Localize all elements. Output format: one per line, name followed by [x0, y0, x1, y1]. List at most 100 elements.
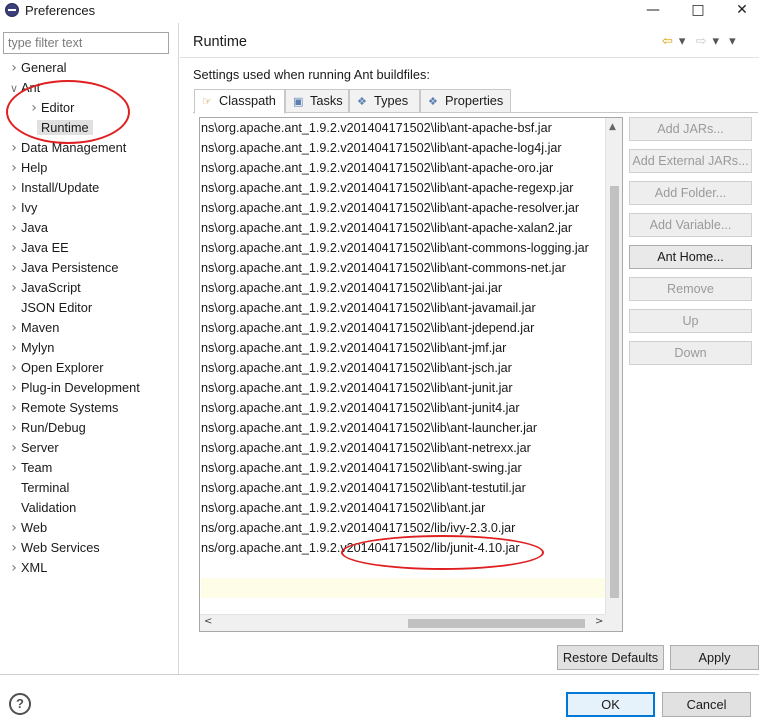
minimize-icon[interactable]: —	[638, 0, 668, 22]
horizontal-scrollbar[interactable]: < >	[200, 614, 622, 631]
classpath-entry[interactable]: ns\org.apache.ant_1.9.2.v201404171502\li…	[201, 418, 537, 438]
classpath-entry[interactable]: ns\org.apache.ant_1.9.2.v201404171502\li…	[201, 198, 579, 218]
tab-classpath[interactable]: ☞ Classpath	[194, 89, 285, 114]
classpath-entry[interactable]: ns\org.apache.ant_1.9.2.v201404171502\li…	[201, 298, 536, 318]
classpath-entry[interactable]: ns\org.apache.ant_1.9.2.v201404171502\li…	[201, 498, 485, 518]
tree-item-ivy[interactable]: › Ivy	[7, 198, 37, 218]
ok-button[interactable]: OK	[566, 692, 655, 717]
classpath-entry[interactable]: ns\org.apache.ant_1.9.2.v201404171502\li…	[201, 118, 552, 138]
chevron-right-icon[interactable]: ›	[7, 458, 21, 478]
chevron-right-icon[interactable]: ›	[7, 258, 21, 278]
scroll-right-icon[interactable]: >	[595, 616, 603, 627]
apply-button[interactable]: Apply	[670, 645, 759, 670]
tree-item-plug-in-development[interactable]: › Plug-in Development	[7, 378, 140, 398]
tree-item-run-debug[interactable]: › Run/Debug	[7, 418, 86, 438]
restore-defaults-button[interactable]: Restore Defaults	[557, 645, 664, 670]
tree-item-web[interactable]: › Web	[7, 518, 47, 538]
remove-button[interactable]: Remove	[629, 277, 752, 301]
chevron-right-icon[interactable]: ›	[7, 338, 21, 358]
add-jars-button[interactable]: Add JARs...	[629, 117, 752, 141]
classpath-entry[interactable]: ns\org.apache.ant_1.9.2.v201404171502\li…	[201, 398, 520, 418]
tab-properties[interactable]: ❖ Properties	[420, 89, 511, 112]
chevron-right-icon[interactable]: ›	[7, 398, 21, 418]
classpath-list[interactable]: ns\org.apache.ant_1.9.2.v201404171502\li…	[199, 117, 623, 632]
tree-item-java[interactable]: › Java	[7, 218, 48, 238]
classpath-entry[interactable]: ns\org.apache.ant_1.9.2.v201404171502\li…	[201, 378, 513, 398]
forward-arrow-icon[interactable]: ⇨	[696, 34, 707, 49]
chevron-right-icon[interactable]: ›	[7, 278, 21, 298]
scroll-up-icon[interactable]: ▲	[609, 122, 616, 132]
add-variable-button[interactable]: Add Variable...	[629, 213, 752, 237]
classpath-entry[interactable]: ns\org.apache.ant_1.9.2.v201404171502\li…	[201, 278, 502, 298]
scroll-left-icon[interactable]: <	[204, 616, 212, 627]
back-arrow-icon[interactable]: ⇦	[662, 34, 673, 49]
chevron-right-icon[interactable]: ›	[7, 358, 21, 378]
tab-types[interactable]: ❖ Types	[349, 89, 420, 112]
down-button[interactable]: Down	[629, 341, 752, 365]
chevron-right-icon[interactable]: ›	[7, 518, 21, 538]
add-folder-button[interactable]: Add Folder...	[629, 181, 752, 205]
chevron-right-icon[interactable]: ›	[7, 558, 21, 578]
classpath-entry[interactable]: ns\org.apache.ant_1.9.2.v201404171502\li…	[201, 478, 526, 498]
cancel-button[interactable]: Cancel	[662, 692, 751, 717]
chevron-right-icon[interactable]: ›	[7, 178, 21, 198]
close-icon[interactable]: ✕	[727, 0, 757, 22]
chevron-right-icon[interactable]: ›	[7, 418, 21, 438]
classpath-entry[interactable]: ns\org.apache.ant_1.9.2.v201404171502\li…	[201, 238, 589, 258]
tree-item-java-persistence[interactable]: › Java Persistence	[7, 258, 118, 278]
ant-home-button[interactable]: Ant Home...	[629, 245, 752, 269]
chevron-right-icon[interactable]: ›	[7, 58, 21, 78]
tab-tasks[interactable]: ▣ Tasks	[285, 89, 349, 112]
chevron-right-icon[interactable]: ›	[7, 218, 21, 238]
tree-item-web-services[interactable]: › Web Services	[7, 538, 100, 558]
classpath-entry[interactable]: ns\org.apache.ant_1.9.2.v201404171502\li…	[201, 218, 572, 238]
tree-item-ant[interactable]: ∨ Ant	[7, 78, 40, 98]
classpath-entry[interactable]: ns/org.apache.ant_1.9.2.v201404171502/li…	[201, 538, 520, 558]
tree-item-terminal[interactable]: Terminal	[7, 478, 69, 498]
vertical-scrollbar[interactable]: ▲	[605, 118, 622, 615]
chevron-right-icon[interactable]: ›	[7, 158, 21, 178]
classpath-entry[interactable]: ns\org.apache.ant_1.9.2.v201404171502\li…	[201, 358, 512, 378]
chevron-down-icon[interactable]: ∨	[7, 79, 21, 99]
classpath-entry[interactable]: ns\org.apache.ant_1.9.2.v201404171502\li…	[201, 438, 531, 458]
classpath-entry[interactable]: ns\org.apache.ant_1.9.2.v201404171502\li…	[201, 458, 522, 478]
chevron-right-icon[interactable]: ›	[7, 378, 21, 398]
classpath-entry[interactable]: ns\org.apache.ant_1.9.2.v201404171502\li…	[201, 138, 562, 158]
tree-item-java-ee[interactable]: › Java EE	[7, 238, 68, 258]
classpath-entry[interactable]: ns\org.apache.ant_1.9.2.v201404171502\li…	[201, 318, 534, 338]
chevron-right-icon[interactable]: ›	[7, 198, 21, 218]
tree-item-xml[interactable]: › XML	[7, 558, 47, 578]
classpath-entry[interactable]: ns\org.apache.ant_1.9.2.v201404171502\li…	[201, 158, 553, 178]
add-external-jars-button[interactable]: Add External JARs...	[629, 149, 752, 173]
tree-item-javascript[interactable]: › JavaScript	[7, 278, 81, 298]
tree-item-json-editor[interactable]: JSON Editor	[7, 298, 92, 318]
help-icon[interactable]: ?	[9, 693, 31, 715]
tree-item-open-explorer[interactable]: › Open Explorer	[7, 358, 103, 378]
tree-item-general[interactable]: › General	[7, 58, 66, 78]
tree-item-runtime[interactable]: Runtime	[27, 118, 93, 138]
chevron-right-icon[interactable]: ›	[27, 98, 41, 118]
tree-item-mylyn[interactable]: › Mylyn	[7, 338, 54, 358]
classpath-entry[interactable]: ns\org.apache.ant_1.9.2.v201404171502\li…	[201, 258, 566, 278]
back-dropdown-icon[interactable]: ▾	[679, 34, 686, 49]
chevron-right-icon[interactable]: ›	[7, 538, 21, 558]
chevron-right-icon[interactable]: ›	[7, 438, 21, 458]
classpath-entry[interactable]: ns\org.apache.ant_1.9.2.v201404171502\li…	[201, 178, 574, 198]
forward-dropdown-icon[interactable]: ▾	[712, 34, 719, 49]
horizontal-scroll-thumb[interactable]	[408, 619, 585, 628]
view-menu-icon[interactable]: ▾	[729, 34, 736, 49]
tree-item-validation[interactable]: Validation	[7, 498, 76, 518]
classpath-entry[interactable]: ns/org.apache.ant_1.9.2.v201404171502/li…	[201, 518, 515, 538]
tree-item-editor[interactable]: › Editor	[27, 98, 74, 118]
classpath-entry[interactable]: ns\org.apache.ant_1.9.2.v201404171502\li…	[201, 338, 506, 358]
tree-item-data-management[interactable]: › Data Management	[7, 138, 126, 158]
tree-item-team[interactable]: › Team	[7, 458, 52, 478]
up-button[interactable]: Up	[629, 309, 752, 333]
chevron-right-icon[interactable]: ›	[7, 238, 21, 258]
tree-item-install-update[interactable]: › Install/Update	[7, 178, 99, 198]
tree-item-server[interactable]: › Server	[7, 438, 59, 458]
tree-item-help[interactable]: › Help	[7, 158, 47, 178]
vertical-scroll-thumb[interactable]	[610, 186, 619, 598]
maximize-icon[interactable]: □	[683, 0, 713, 22]
filter-input[interactable]	[3, 32, 169, 54]
